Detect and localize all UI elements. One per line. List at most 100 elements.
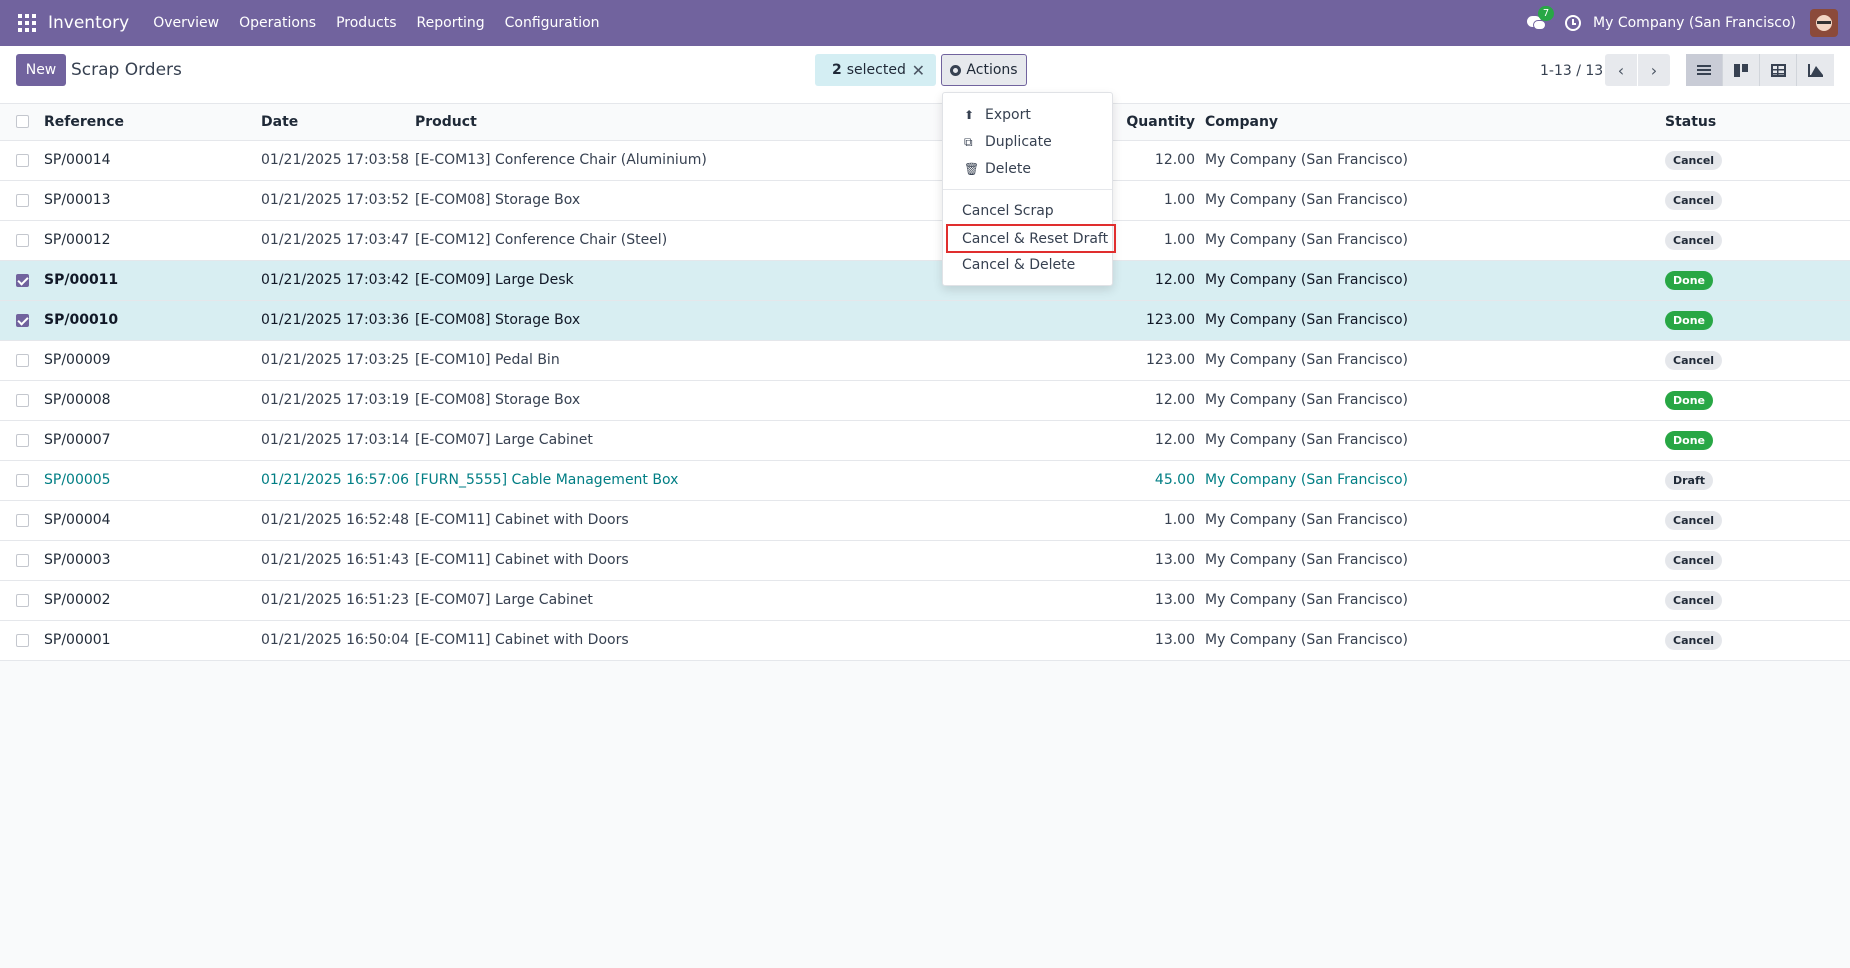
cell-product[interactable]: [E-COM10] Pedal Bin	[415, 340, 1105, 381]
cell-company[interactable]: My Company (San Francisco)	[1205, 220, 1665, 261]
row-checkbox[interactable]	[16, 513, 29, 527]
cell-company[interactable]: My Company (San Francisco)	[1205, 460, 1665, 501]
cell-company[interactable]: My Company (San Francisco)	[1205, 340, 1665, 381]
table-row[interactable]: SP/00012 01/21/2025 17:03:47 [E-COM12] Con…	[0, 220, 1850, 261]
cell-reference[interactable]: SP/00008	[44, 380, 261, 421]
table-row[interactable]: SP/00013 01/21/2025 17:03:52 [E-COM08] Sto…	[0, 180, 1850, 221]
cell-date[interactable]: 01/21/2025 17:03:52	[261, 180, 415, 221]
cell-reference[interactable]: SP/00012	[44, 220, 261, 261]
row-checkbox[interactable]	[16, 313, 29, 327]
cell-quantity[interactable]: 123.00	[1105, 340, 1205, 381]
cell-company[interactable]: My Company (San Francisco)	[1205, 260, 1665, 301]
cell-company[interactable]: My Company (San Francisco)	[1205, 420, 1665, 461]
table-row[interactable]: SP/00009 01/21/2025 17:03:25 [E-COM10] Ped…	[0, 340, 1850, 381]
cell-quantity[interactable]: 12.00	[1105, 380, 1205, 421]
menu-overview[interactable]: Overview	[143, 15, 229, 31]
cell-date[interactable]: 01/21/2025 16:57:06	[261, 460, 415, 501]
cell-reference[interactable]: SP/00003	[44, 540, 261, 581]
kanban-view-button[interactable]	[1723, 54, 1760, 86]
cell-quantity[interactable]: 123.00	[1105, 300, 1205, 341]
menu-item-delete[interactable]: 🗑 Delete	[943, 157, 1112, 181]
cell-status[interactable]: Cancel	[1665, 140, 1850, 181]
cell-reference[interactable]: SP/00011	[44, 260, 261, 301]
row-checkbox[interactable]	[16, 153, 29, 167]
cell-product[interactable]: [E-COM08] Storage Box	[415, 300, 1105, 341]
cell-status[interactable]: Cancel	[1665, 220, 1850, 261]
menu-item-cancel-reset-draft[interactable]: Cancel & Reset Draft	[946, 224, 1116, 253]
menu-configuration[interactable]: Configuration	[495, 15, 610, 31]
cell-status[interactable]: Cancel	[1665, 180, 1850, 221]
app-name[interactable]: Inventory	[48, 13, 129, 33]
cell-quantity[interactable]: 12.00	[1105, 420, 1205, 461]
cell-status[interactable]: Cancel	[1665, 580, 1850, 621]
cell-quantity[interactable]: 13.00	[1105, 620, 1205, 661]
menu-item-duplicate[interactable]: ⧉ Duplicate	[943, 130, 1112, 154]
company-switcher[interactable]: My Company (San Francisco)	[1593, 15, 1796, 31]
cell-quantity[interactable]: 1.00	[1105, 500, 1205, 541]
row-checkbox[interactable]	[16, 353, 29, 367]
cell-status[interactable]: Cancel	[1665, 340, 1850, 381]
cell-status[interactable]: Done	[1665, 260, 1850, 301]
row-checkbox[interactable]	[16, 553, 29, 567]
cell-status[interactable]: Draft	[1665, 460, 1850, 501]
header-quantity[interactable]: Quantity	[1105, 104, 1205, 141]
pager-next-icon[interactable]: ›	[1638, 54, 1670, 86]
table-row[interactable]: SP/00003 01/21/2025 16:51:43 [E-COM11] Cab…	[0, 540, 1850, 581]
actions-button[interactable]: Actions	[941, 54, 1027, 86]
cell-status[interactable]: Done	[1665, 420, 1850, 461]
menu-item-cancel-scrap[interactable]: Cancel Scrap	[943, 199, 1112, 223]
table-row[interactable]: SP/00007 01/21/2025 17:03:14 [E-COM07] Lar…	[0, 420, 1850, 461]
menu-reporting[interactable]: Reporting	[407, 15, 495, 31]
cell-product[interactable]: [FURN_5555] Cable Management Box	[415, 460, 1105, 501]
cell-reference[interactable]: SP/00009	[44, 340, 261, 381]
row-checkbox[interactable]	[16, 433, 29, 447]
cell-product[interactable]: [E-COM11] Cabinet with Doors	[415, 540, 1105, 581]
menu-operations[interactable]: Operations	[229, 15, 326, 31]
cell-date[interactable]: 01/21/2025 16:50:04	[261, 620, 415, 661]
table-row[interactable]: SP/00008 01/21/2025 17:03:19 [E-COM08] Sto…	[0, 380, 1850, 421]
cell-quantity[interactable]: 1.00	[1105, 180, 1205, 221]
cell-quantity[interactable]: 1.00	[1105, 220, 1205, 261]
row-checkbox[interactable]	[16, 593, 29, 607]
cell-date[interactable]: 01/21/2025 16:51:43	[261, 540, 415, 581]
list-view-button[interactable]	[1686, 54, 1723, 86]
cell-reference[interactable]: SP/00005	[44, 460, 261, 501]
cell-quantity[interactable]: 13.00	[1105, 580, 1205, 621]
cell-status[interactable]: Done	[1665, 300, 1850, 341]
cell-date[interactable]: 01/21/2025 16:52:48	[261, 500, 415, 541]
app-menu-icon[interactable]	[18, 14, 36, 32]
cell-reference[interactable]: SP/00013	[44, 180, 261, 221]
row-checkbox[interactable]	[16, 193, 29, 207]
header-date[interactable]: Date	[261, 104, 415, 141]
cell-reference[interactable]: SP/00002	[44, 580, 261, 621]
cell-date[interactable]: 01/21/2025 17:03:36	[261, 300, 415, 341]
cell-date[interactable]: 01/21/2025 17:03:14	[261, 420, 415, 461]
cell-product[interactable]: [E-COM11] Cabinet with Doors	[415, 620, 1105, 661]
cell-status[interactable]: Cancel	[1665, 500, 1850, 541]
cell-company[interactable]: My Company (San Francisco)	[1205, 140, 1665, 181]
cell-status[interactable]: Cancel	[1665, 540, 1850, 581]
table-row[interactable]: SP/00011 01/21/2025 17:03:42 [E-COM09] Lar…	[0, 260, 1850, 301]
cell-date[interactable]: 01/21/2025 17:03:25	[261, 340, 415, 381]
cell-status[interactable]: Cancel	[1665, 620, 1850, 661]
table-row[interactable]: SP/00004 01/21/2025 16:52:48 [E-COM11] Cab…	[0, 500, 1850, 541]
table-row[interactable]: SP/00010 01/21/2025 17:03:36 [E-COM08] Sto…	[0, 300, 1850, 341]
cell-company[interactable]: My Company (San Francisco)	[1205, 620, 1665, 661]
cell-reference[interactable]: SP/00001	[44, 620, 261, 661]
cell-product[interactable]: [E-COM07] Large Cabinet	[415, 420, 1105, 461]
cell-reference[interactable]: SP/00007	[44, 420, 261, 461]
cell-status[interactable]: Done	[1665, 380, 1850, 421]
cell-company[interactable]: My Company (San Francisco)	[1205, 540, 1665, 581]
cell-quantity[interactable]: 12.00	[1105, 260, 1205, 301]
table-row[interactable]: SP/00014 01/21/2025 17:03:58 [E-COM13] Con…	[0, 140, 1850, 181]
cell-reference[interactable]: SP/00010	[44, 300, 261, 341]
pager-value[interactable]: 1-13 / 13	[1540, 63, 1603, 79]
table-row[interactable]: SP/00002 01/21/2025 16:51:23 [E-COM07] Lar…	[0, 580, 1850, 621]
cell-product[interactable]: [E-COM11] Cabinet with Doors	[415, 500, 1105, 541]
cell-company[interactable]: My Company (San Francisco)	[1205, 380, 1665, 421]
graph-view-button[interactable]	[1797, 54, 1834, 86]
cell-date[interactable]: 01/21/2025 17:03:58	[261, 140, 415, 181]
table-row[interactable]: SP/00005 01/21/2025 16:57:06 [FURN_5555] C…	[0, 460, 1850, 501]
unselect-close-icon[interactable]: ✕	[912, 61, 925, 80]
menu-item-cancel-delete[interactable]: Cancel & Delete	[943, 253, 1112, 277]
